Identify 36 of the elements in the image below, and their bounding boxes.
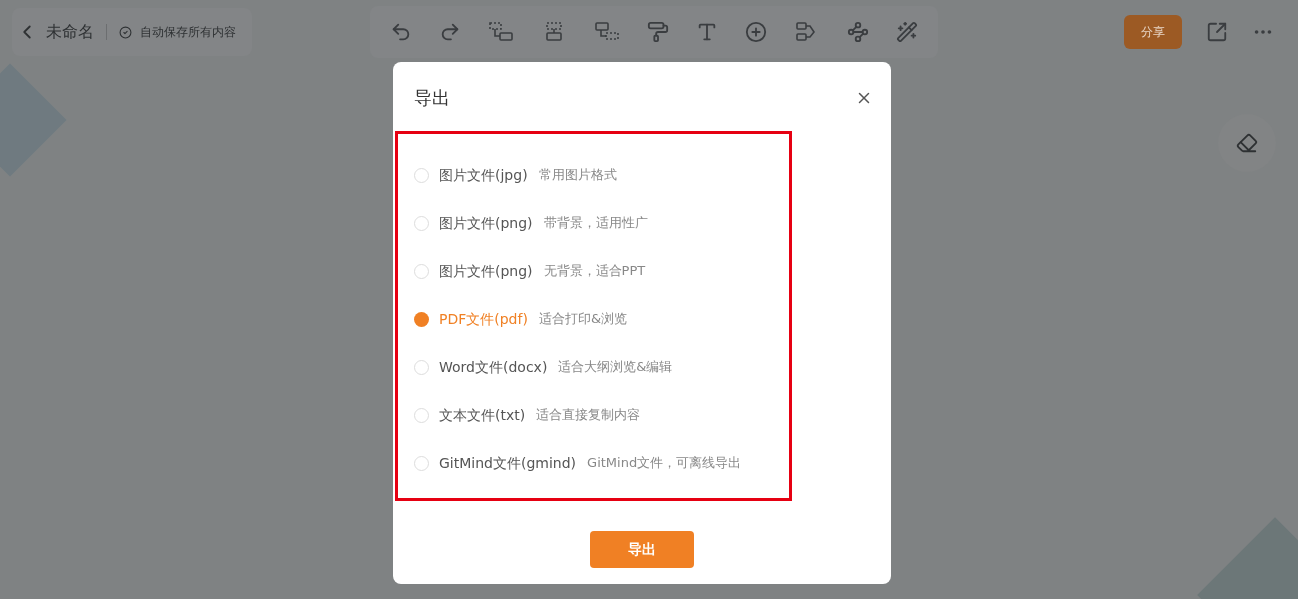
radio-button[interactable]	[414, 311, 429, 327]
radio-button[interactable]	[414, 359, 429, 375]
document-title[interactable]: 未命名	[46, 20, 94, 44]
radio-button[interactable]	[414, 167, 429, 183]
radio-button[interactable]	[414, 407, 429, 423]
format-description: 适合大纲浏览&编辑	[558, 358, 673, 377]
connector-icon[interactable]	[847, 21, 869, 43]
radio-button[interactable]	[414, 455, 429, 471]
format-description: GitMind文件，可离线导出	[587, 454, 742, 473]
share-button[interactable]: 分享	[1124, 15, 1182, 49]
share-link-icon[interactable]	[1206, 21, 1228, 43]
format-painter-icon[interactable]	[647, 21, 669, 43]
format-description: 带背景，适用性广	[543, 214, 648, 233]
autosave-status: 自动保存所有内容	[140, 24, 237, 41]
check-icon	[119, 25, 132, 39]
eraser-icon	[1236, 132, 1258, 154]
undo-icon[interactable]	[390, 21, 412, 43]
format-label[interactable]: Word文件(docx)	[439, 356, 548, 378]
magic-wand-icon[interactable]	[896, 21, 918, 43]
text-icon[interactable]	[696, 21, 718, 43]
format-description: 适合打印&浏览	[538, 310, 628, 329]
parent-node-icon[interactable]	[594, 21, 620, 43]
dialog-title: 导出	[414, 86, 450, 110]
format-label[interactable]: 图片文件(jpg)	[439, 164, 528, 186]
format-label[interactable]: 图片文件(png)	[439, 212, 533, 234]
redo-icon[interactable]	[439, 21, 461, 43]
format-description: 适合直接复制内容	[536, 406, 641, 425]
add-icon[interactable]	[745, 21, 767, 43]
format-label[interactable]: 图片文件(png)	[439, 260, 533, 282]
format-description: 常用图片格式	[538, 166, 617, 185]
format-label[interactable]: 文本文件(txt)	[439, 404, 526, 426]
format-description: 无背景，适合PPT	[543, 262, 646, 281]
radio-button[interactable]	[414, 215, 429, 231]
child-node-icon[interactable]	[488, 21, 514, 43]
format-label[interactable]: GitMind文件(gmind)	[439, 452, 577, 474]
radio-button[interactable]	[414, 263, 429, 279]
